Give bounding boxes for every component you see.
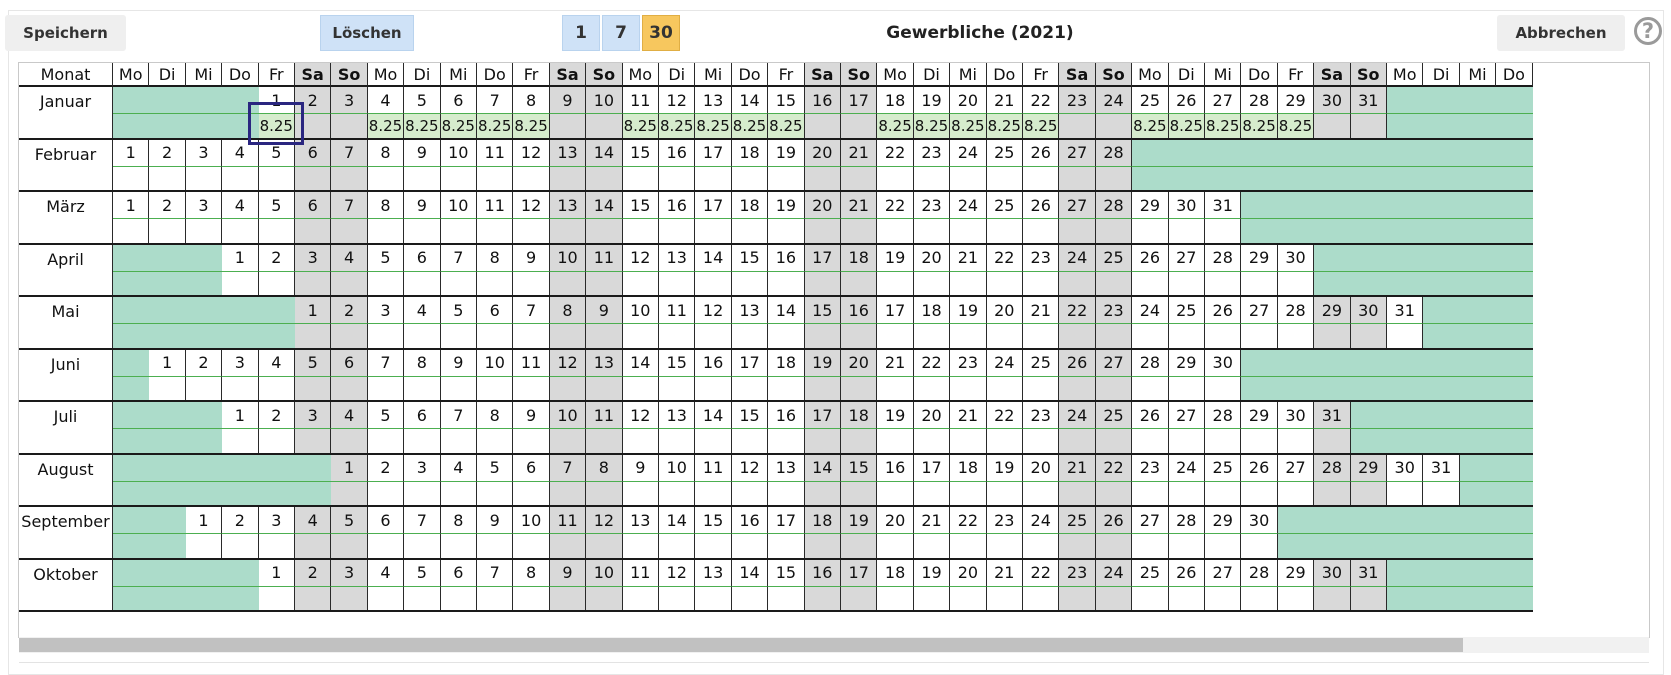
month-column-header: Monat (19, 63, 113, 87)
weekday-header: Do (1241, 63, 1278, 87)
row-separator (19, 297, 1533, 350)
weekday-header: So (841, 63, 878, 87)
row-separator (19, 245, 1533, 297)
weekday-header: Mi (1205, 63, 1242, 87)
weekday-header: Mi (1459, 63, 1497, 87)
row-separator (19, 560, 1533, 612)
delete-button[interactable]: Löschen (320, 15, 414, 51)
weekday-header: Do (1496, 63, 1533, 87)
weekday-header: Sa (1059, 63, 1096, 87)
weekday-header: Di (149, 63, 186, 87)
weekday-header: Fr (768, 63, 805, 87)
weekday-header: Mo (622, 63, 659, 87)
footer-divider (19, 662, 1649, 663)
weekday-header: Mo (367, 63, 405, 87)
weekday-header: Sa (549, 63, 587, 87)
scrollbar-thumb[interactable] (19, 638, 1463, 652)
weekday-header: Sa (1314, 63, 1351, 87)
row-separator (19, 455, 1533, 507)
cancel-button[interactable]: Abbrechen (1497, 15, 1625, 51)
weekday-header: Sa (804, 63, 841, 87)
zoom-7-days-button[interactable]: 7 (602, 15, 640, 51)
page-title: Gewerbliche (2021) (886, 23, 1074, 43)
zoom-1-day-button[interactable]: 1 (562, 15, 600, 51)
weekday-header: Mo (877, 63, 914, 87)
weekday-header: Mo (113, 63, 150, 87)
row-separator (19, 192, 1533, 245)
row-separator (19, 87, 1533, 140)
weekday-header: Di (659, 63, 696, 87)
weekday-header: Fr (1023, 63, 1060, 87)
weekday-header: So (331, 63, 368, 87)
weekday-header: Fr (1277, 63, 1315, 87)
row-separator (19, 350, 1533, 402)
weekday-header: Do (477, 63, 514, 87)
weekday-header: Do (731, 63, 769, 87)
weekday-header: Di (913, 63, 951, 87)
row-separator (19, 507, 1533, 560)
weekday-header: Mo (1387, 63, 1424, 87)
row-separator (19, 402, 1533, 455)
weekday-header: So (586, 63, 623, 87)
weekday-header: Mi (440, 63, 477, 87)
weekday-header: Di (1168, 63, 1205, 87)
horizontal-scrollbar[interactable] (19, 637, 1649, 653)
weekday-header: Di (404, 63, 441, 87)
weekday-header: So (1095, 63, 1133, 87)
weekday-header: Sa (295, 63, 332, 87)
weekday-header: So (1350, 63, 1387, 87)
weekday-header: Mi (185, 63, 223, 87)
save-button[interactable]: Speichern (5, 15, 126, 51)
weekday-header: Fr (513, 63, 550, 87)
zoom-30-days-button[interactable]: 30 (642, 15, 680, 51)
weekday-header: Di (1423, 63, 1460, 87)
weekday-header: Mi (950, 63, 987, 87)
weekday-header: Mi (695, 63, 732, 87)
weekday-header: Mo (1132, 63, 1169, 87)
weekday-header: Fr (258, 63, 295, 87)
row-separator (19, 140, 1533, 192)
help-icon[interactable]: ? (1634, 17, 1662, 45)
weekday-header: Do (986, 63, 1023, 87)
weekday-header: Do (222, 63, 259, 87)
calendar-grid: Monat Mo Di Mi Do Fr Sa So Mo Di Mi Do Fr Sa So Mo Di Mi D… (18, 62, 1650, 638)
